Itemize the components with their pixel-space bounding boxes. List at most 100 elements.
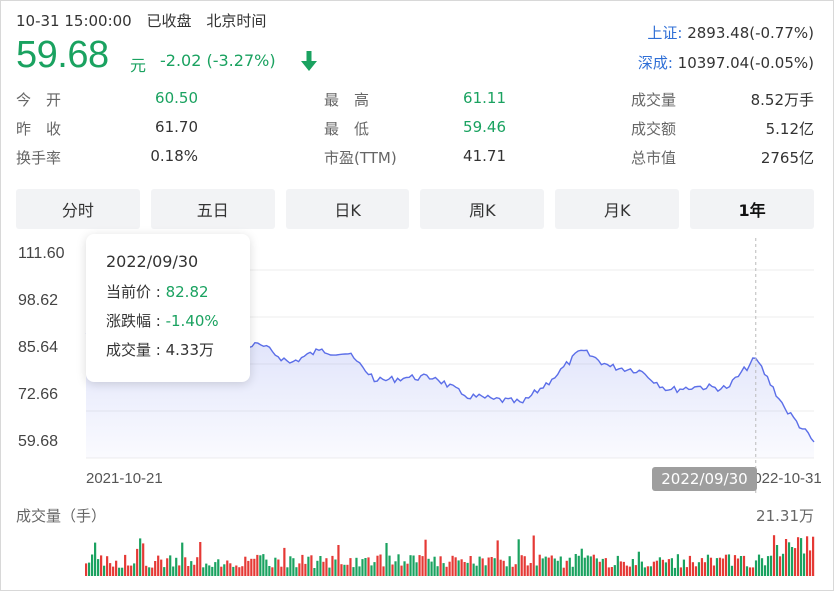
volume-bar	[514, 564, 517, 576]
volume-bar	[682, 559, 686, 576]
volume-bar	[274, 557, 277, 576]
volume-bar	[364, 558, 367, 576]
x-start-label: 2021-10-21	[86, 470, 163, 487]
index-shanghai[interactable]: 上证: 2893.48(-0.77%)	[647, 22, 814, 43]
volume-bar	[757, 554, 761, 576]
tab-daily-k[interactable]: 日K	[285, 189, 410, 229]
volume-bar	[454, 557, 457, 576]
volume-bar	[118, 567, 121, 576]
volume-bar	[481, 558, 484, 576]
volume-bar	[571, 566, 574, 576]
volume-bar	[310, 555, 313, 576]
volume-bar	[256, 554, 259, 576]
volume-bar	[121, 567, 124, 576]
volume-bar	[703, 562, 707, 576]
volume-bar	[358, 566, 361, 576]
volume-title: 成交量（手）	[16, 507, 107, 525]
stat-amount: 5.12亿	[765, 120, 814, 138]
y-tick-label: 111.60	[18, 245, 65, 262]
volume-bar	[670, 558, 673, 576]
volume-bar	[706, 554, 710, 576]
volume-bar	[361, 559, 364, 576]
volume-bar	[787, 542, 791, 576]
tab-one-year[interactable]: 1年	[690, 189, 814, 229]
volume-bar	[187, 566, 190, 576]
volume-bar	[805, 536, 809, 576]
volume-bar	[748, 567, 752, 576]
volume-bar	[373, 562, 376, 576]
period-tabs: 分时 五日 日K 周K 月K 1年	[16, 189, 814, 229]
volume-bar	[229, 563, 232, 576]
volume-bar	[541, 558, 544, 576]
volume-bar	[664, 562, 667, 576]
volume-bar	[343, 564, 346, 576]
tab-weekly-k[interactable]: 周K	[420, 189, 545, 229]
volume-bar	[472, 563, 475, 576]
volume-bar	[652, 561, 655, 576]
volume-bar	[217, 559, 220, 576]
volume-bar	[793, 548, 797, 576]
volume-bar	[586, 555, 589, 576]
volume-bar	[529, 563, 532, 576]
tooltip-change: -1.40%	[165, 312, 219, 330]
volume-bar	[619, 561, 622, 576]
volume-chart[interactable]	[85, 530, 815, 576]
tab-intraday[interactable]: 分时	[16, 189, 140, 229]
volume-bar	[628, 566, 631, 576]
volume-bar	[802, 553, 806, 576]
volume-bar	[352, 567, 355, 576]
volume-bar	[583, 557, 586, 576]
volume-bar	[196, 557, 199, 576]
volume-bar	[253, 558, 256, 576]
volume-bar	[334, 559, 337, 576]
volume-max: 21.31万	[756, 507, 814, 525]
stat-label: 最 高	[324, 91, 370, 109]
volume-bar	[550, 555, 553, 576]
volume-bar	[199, 542, 202, 576]
volume-bar	[232, 566, 235, 576]
volume-bar	[457, 560, 460, 576]
volume-bar	[379, 554, 382, 576]
volume-bar	[538, 554, 541, 576]
tooltip-price-row: 当前价 : 82.82	[106, 281, 250, 310]
tooltip-date: 2022/09/30	[106, 252, 199, 271]
volume-bar	[646, 566, 649, 576]
tab-monthly-k[interactable]: 月K	[555, 189, 680, 229]
index-name: 深成:	[637, 54, 673, 72]
volume-bar	[613, 565, 616, 576]
volume-bar	[439, 556, 442, 576]
volume-bar	[316, 560, 319, 576]
volume-bar	[526, 565, 529, 576]
volume-bar	[325, 558, 328, 576]
volume-bar	[160, 559, 163, 576]
volume-bar	[223, 564, 226, 576]
price-change: -2.02 (-3.27%)	[160, 51, 276, 70]
volume-bar	[193, 564, 196, 576]
stat-label: 成交量	[631, 91, 677, 109]
volume-bar	[175, 557, 178, 576]
volume-bar	[355, 557, 358, 576]
volume-bar	[769, 555, 773, 576]
stat-label: 成交额	[631, 120, 677, 138]
volume-bar	[598, 561, 601, 576]
volume-bar	[181, 542, 184, 576]
tooltip-label: 成交量 :	[106, 341, 166, 359]
volume-bar	[94, 542, 97, 576]
index-value: 10397.04(-0.05%)	[677, 54, 814, 72]
y-tick-label: 59.68	[18, 433, 59, 450]
volume-bar	[112, 566, 115, 576]
volume-bar	[679, 567, 683, 576]
volume-bar	[637, 551, 640, 576]
volume-bar	[259, 555, 262, 576]
index-shenzhen[interactable]: 深成: 10397.04(-0.05%)	[638, 52, 814, 73]
volume-bar	[400, 565, 403, 576]
volume-bar	[676, 554, 680, 576]
volume-bar	[772, 535, 776, 576]
volume-bar	[463, 562, 466, 576]
index-value: 2893.48(-0.77%)	[687, 24, 814, 42]
volume-bar	[697, 562, 701, 576]
stat-pe: 41.71	[463, 147, 506, 165]
volume-bar	[724, 554, 728, 576]
tab-five-day[interactable]: 五日	[150, 189, 275, 229]
volume-bar	[640, 561, 643, 576]
